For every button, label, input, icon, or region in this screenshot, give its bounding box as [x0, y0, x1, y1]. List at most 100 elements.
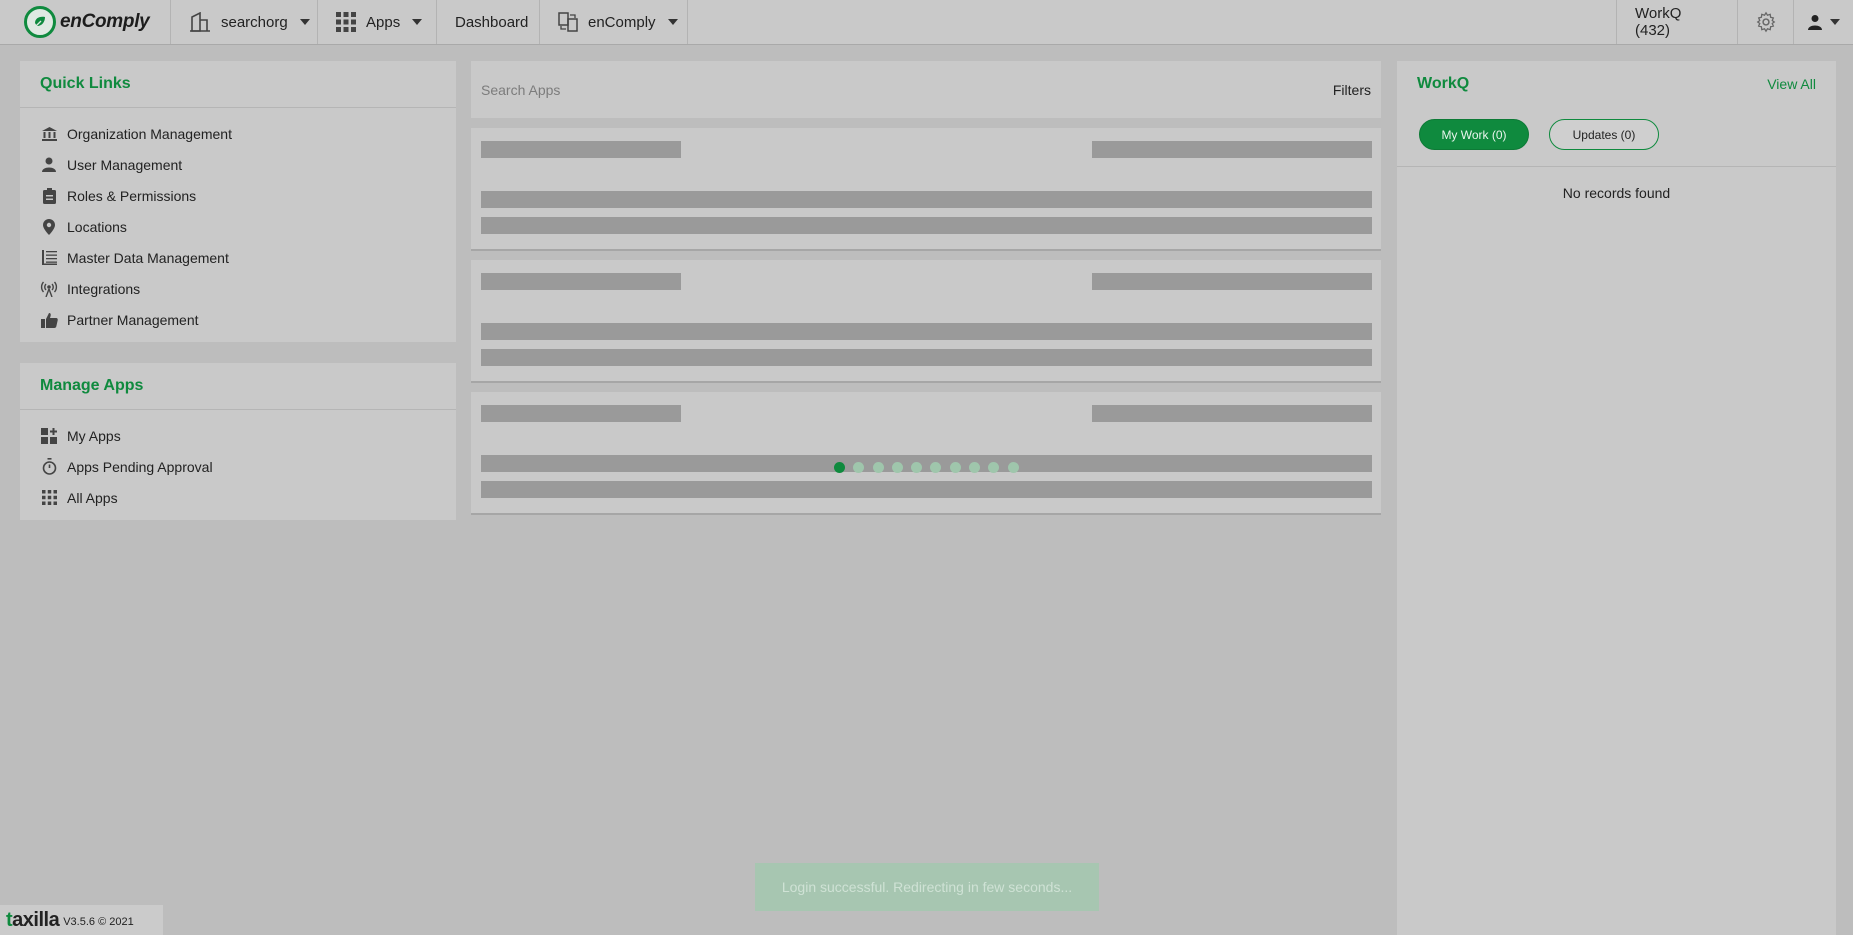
- grid-icon: [40, 489, 58, 507]
- workq-header: WorkQ View All: [1397, 61, 1836, 107]
- settings-button[interactable]: [1737, 0, 1793, 44]
- quick-links-title: Quick Links: [20, 61, 456, 108]
- footer-version: V3.5.6 © 2021: [63, 916, 134, 928]
- loading-dot: [988, 462, 1000, 473]
- loading-dot: [891, 462, 903, 473]
- skeleton-line: [481, 217, 1372, 234]
- workq-panel: WorkQ View All My Work (0) Updates (0) N…: [1397, 61, 1836, 935]
- link-label: My Apps: [67, 427, 121, 444]
- workq-count-label: WorkQ (432): [1635, 5, 1682, 39]
- link-label: Roles & Permissions: [67, 187, 197, 204]
- building-icon: [189, 12, 211, 32]
- skeleton-line: [1092, 273, 1372, 290]
- app-card-skeleton: [471, 392, 1381, 515]
- chevron-down-icon: [412, 19, 423, 25]
- bank-icon: [40, 125, 58, 143]
- login-success-toast: Login successful. Redirecting in few sec…: [755, 863, 1099, 911]
- switch-app-icon: [558, 12, 578, 32]
- workq-link[interactable]: WorkQ (432): [1616, 0, 1737, 44]
- link-label: Organization Management: [67, 125, 232, 142]
- chevron-down-icon: [667, 19, 678, 25]
- loading-dot: [930, 462, 942, 473]
- quick-link-partner-management[interactable]: Partner Management: [40, 304, 436, 335]
- apps-menu[interactable]: Apps: [317, 0, 436, 44]
- skeleton-line: [481, 323, 1372, 340]
- quick-link-locations[interactable]: Locations: [40, 211, 436, 242]
- quick-link-roles-permissions[interactable]: Roles & Permissions: [40, 180, 436, 211]
- link-label: User Management: [67, 156, 183, 173]
- manage-apps-list: My Apps Apps Pending Approval All Apps: [20, 410, 456, 523]
- manage-apps-panel: Manage Apps My Apps Apps Pending Approva…: [20, 363, 456, 520]
- quick-link-integrations[interactable]: Integrations: [40, 273, 436, 304]
- apps-label: Apps: [366, 13, 401, 31]
- apps-grid-icon: [336, 12, 356, 32]
- org-switcher[interactable]: searchorg: [170, 0, 317, 44]
- footer-brand-logo: ttaxillaaxilla: [6, 908, 60, 931]
- tab-updates[interactable]: Updates (0): [1549, 119, 1659, 150]
- search-input[interactable]: Search Apps: [481, 82, 560, 98]
- quick-links-panel: Quick Links Organization Management User…: [20, 61, 456, 342]
- link-label: Integrations: [67, 280, 141, 297]
- top-navigation-bar: enComply searchorg Apps Dashboard enComp…: [0, 0, 1853, 45]
- table-icon: [40, 249, 58, 267]
- loading-dot: [949, 462, 961, 473]
- broadcast-icon: [40, 280, 58, 298]
- manage-app-all-apps[interactable]: All Apps: [40, 482, 436, 513]
- manage-app-pending-approval[interactable]: Apps Pending Approval: [40, 451, 436, 482]
- skeleton-line: [481, 349, 1372, 366]
- view-all-link[interactable]: View All: [1767, 76, 1816, 92]
- manage-apps-title: Manage Apps: [20, 363, 456, 410]
- loading-dot: [969, 462, 981, 473]
- stopwatch-icon: [40, 458, 58, 476]
- user-icon: [1808, 15, 1822, 30]
- workq-title: WorkQ: [1417, 75, 1470, 92]
- apps-grid-plus-icon: [40, 427, 58, 445]
- empty-state-text: No records found: [1562, 185, 1671, 201]
- dashboard-link[interactable]: Dashboard: [436, 0, 539, 44]
- skeleton-line: [481, 481, 1372, 498]
- app-card-skeleton: [471, 128, 1381, 251]
- skeleton-line: [481, 141, 681, 158]
- search-bar: Search Apps Filters: [471, 61, 1381, 118]
- gear-icon: [1756, 11, 1775, 33]
- brand-logo[interactable]: enComply: [0, 0, 170, 44]
- dashboard-label: Dashboard: [455, 13, 529, 31]
- loading-dot: [853, 462, 865, 473]
- workq-tabs: My Work (0) Updates (0): [1397, 107, 1836, 167]
- loading-dot: [834, 462, 845, 473]
- map-pin-icon: [40, 218, 58, 236]
- quick-link-master-data-management[interactable]: Master Data Management: [40, 242, 436, 273]
- org-name: searchorg: [221, 13, 288, 31]
- product-name: enComply: [588, 13, 656, 31]
- loading-dot: [1007, 462, 1019, 473]
- person-icon: [40, 156, 58, 174]
- loading-indicator: [834, 462, 1027, 473]
- link-label: All Apps: [67, 489, 118, 506]
- link-label: Master Data Management: [67, 249, 229, 266]
- loading-dot: [911, 462, 923, 473]
- brand-name: enComply: [60, 11, 150, 32]
- skeleton-line: [1092, 405, 1372, 422]
- skeleton-line: [481, 273, 681, 290]
- skeleton-line: [481, 191, 1372, 208]
- footer-version-badge: ttaxillaaxilla V3.5.6 © 2021: [0, 905, 163, 935]
- filters-button[interactable]: Filters: [1333, 82, 1371, 98]
- loading-dot: [872, 462, 884, 473]
- app-card-skeleton: [471, 260, 1381, 383]
- quick-links-list: Organization Management User Management …: [20, 108, 456, 345]
- link-label: Locations: [67, 218, 127, 235]
- nav-right-group: WorkQ (432): [1616, 0, 1853, 44]
- clipboard-icon: [40, 187, 58, 205]
- manage-app-my-apps[interactable]: My Apps: [40, 420, 436, 451]
- user-menu[interactable]: [1793, 0, 1853, 44]
- quick-link-user-management[interactable]: User Management: [40, 149, 436, 180]
- product-switcher[interactable]: enComply: [539, 0, 688, 44]
- tab-my-work[interactable]: My Work (0): [1419, 119, 1529, 150]
- link-label: Partner Management: [67, 311, 199, 328]
- skeleton-line: [1092, 141, 1372, 158]
- link-label: Apps Pending Approval: [67, 458, 213, 475]
- thumbs-up-icon: [40, 311, 58, 329]
- chevron-down-icon: [299, 19, 310, 25]
- quick-link-organization-management[interactable]: Organization Management: [40, 118, 436, 149]
- chevron-down-icon: [1830, 19, 1840, 25]
